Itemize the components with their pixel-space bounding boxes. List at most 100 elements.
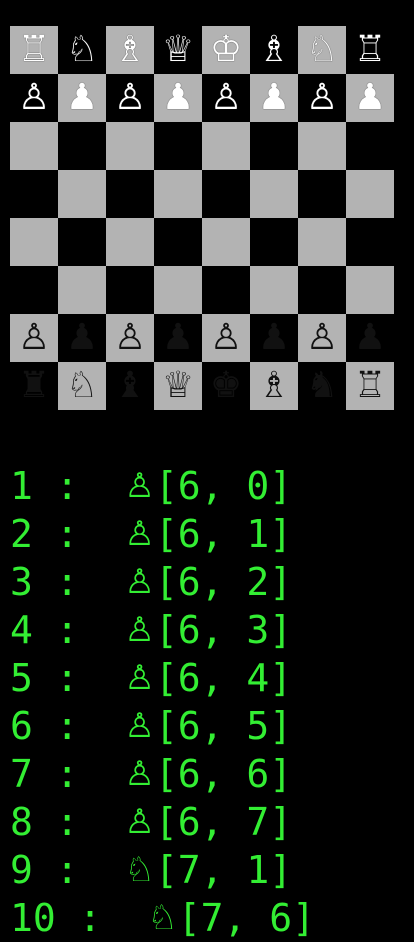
board-square[interactable]	[202, 266, 250, 314]
board-square[interactable]	[106, 122, 154, 170]
board-square[interactable]	[346, 170, 394, 218]
board-square[interactable]: ♖	[346, 362, 394, 410]
board-square[interactable]: ♟	[250, 314, 298, 362]
queen-piece-icon[interactable]: ♕	[162, 362, 194, 410]
board-square[interactable]: ♟	[58, 314, 106, 362]
board-square[interactable]: ♟	[250, 74, 298, 122]
board-square[interactable]: ♗	[250, 26, 298, 74]
board-square[interactable]	[298, 266, 346, 314]
board-square[interactable]: ♞	[298, 362, 346, 410]
board-square[interactable]	[106, 218, 154, 266]
board-square[interactable]	[106, 170, 154, 218]
bishop-piece-icon[interactable]: ♝	[114, 362, 146, 410]
board-square[interactable]: ♔	[202, 26, 250, 74]
king-piece-icon[interactable]: ♚	[210, 362, 242, 410]
bishop-piece-icon[interactable]: ♗	[114, 26, 146, 74]
board-square[interactable]	[298, 170, 346, 218]
knight-piece-icon[interactable]: ♞	[306, 362, 338, 410]
pawn-piece-icon[interactable]: ♙	[210, 74, 242, 122]
queen-piece-icon[interactable]: ♕	[162, 26, 194, 74]
board-square[interactable]: ♟	[154, 74, 202, 122]
pawn-piece-icon[interactable]: ♟	[354, 314, 386, 362]
board-square[interactable]	[346, 122, 394, 170]
board-square[interactable]	[202, 122, 250, 170]
pawn-icon: ♙	[124, 658, 155, 698]
pawn-piece-icon[interactable]: ♟	[258, 74, 290, 122]
board-square[interactable]: ♗	[106, 26, 154, 74]
pawn-piece-icon[interactable]: ♙	[114, 314, 146, 362]
board-square[interactable]	[58, 266, 106, 314]
board-square[interactable]: ♕	[154, 26, 202, 74]
rook-piece-icon[interactable]: ♖	[354, 362, 386, 410]
board-square[interactable]: ♖	[10, 26, 58, 74]
board-square[interactable]	[250, 266, 298, 314]
board-square[interactable]	[154, 170, 202, 218]
move-index: 4	[10, 608, 33, 652]
pawn-piece-icon[interactable]: ♟	[162, 314, 194, 362]
board-square[interactable]: ♜	[10, 362, 58, 410]
board-square[interactable]: ♗	[250, 362, 298, 410]
board-square[interactable]	[106, 266, 154, 314]
pawn-piece-icon[interactable]: ♙	[114, 74, 146, 122]
board-square[interactable]	[10, 170, 58, 218]
king-piece-icon[interactable]: ♔	[210, 26, 242, 74]
board-square[interactable]	[154, 266, 202, 314]
board-square[interactable]: ♖	[346, 26, 394, 74]
knight-piece-icon[interactable]: ♘	[306, 26, 338, 74]
board-square[interactable]	[298, 122, 346, 170]
pawn-piece-icon[interactable]: ♙	[18, 74, 50, 122]
board-square[interactable]	[10, 122, 58, 170]
pawn-piece-icon[interactable]: ♙	[210, 314, 242, 362]
board-square[interactable]: ♙	[202, 314, 250, 362]
board-square[interactable]: ♝	[106, 362, 154, 410]
board-square[interactable]: ♙	[10, 74, 58, 122]
board-square[interactable]	[298, 218, 346, 266]
board-square[interactable]	[250, 170, 298, 218]
board-square[interactable]	[250, 218, 298, 266]
board-square[interactable]: ♕	[154, 362, 202, 410]
board-square[interactable]	[58, 170, 106, 218]
board-square[interactable]	[346, 218, 394, 266]
rook-piece-icon[interactable]: ♜	[18, 362, 50, 410]
board-square[interactable]: ♘	[298, 26, 346, 74]
pawn-piece-icon[interactable]: ♙	[306, 314, 338, 362]
move-coordinates: [6, 7]	[154, 800, 293, 844]
pawn-piece-icon[interactable]: ♙	[306, 74, 338, 122]
rook-piece-icon[interactable]: ♖	[18, 26, 50, 74]
pawn-piece-icon[interactable]: ♟	[162, 74, 194, 122]
board-square[interactable]: ♙	[298, 314, 346, 362]
board-square[interactable]	[154, 218, 202, 266]
bishop-piece-icon[interactable]: ♗	[258, 26, 290, 74]
pawn-piece-icon[interactable]: ♙	[18, 314, 50, 362]
pawn-piece-icon[interactable]: ♟	[258, 314, 290, 362]
pawn-piece-icon[interactable]: ♟	[66, 314, 98, 362]
board-square[interactable]: ♟	[346, 74, 394, 122]
board-square[interactable]: ♘	[58, 26, 106, 74]
board-square[interactable]: ♟	[346, 314, 394, 362]
board-square[interactable]: ♟	[58, 74, 106, 122]
board-square[interactable]: ♙	[106, 314, 154, 362]
pawn-piece-icon[interactable]: ♟	[66, 74, 98, 122]
move-list-item: 10 : ♘ [7, 6]	[10, 894, 410, 942]
board-square[interactable]: ♟	[154, 314, 202, 362]
board-square[interactable]	[154, 122, 202, 170]
pawn-piece-icon[interactable]: ♟	[354, 74, 386, 122]
board-square[interactable]: ♙	[106, 74, 154, 122]
board-square[interactable]	[202, 218, 250, 266]
board-square[interactable]: ♙	[10, 314, 58, 362]
knight-piece-icon[interactable]: ♘	[66, 362, 98, 410]
board-square[interactable]	[250, 122, 298, 170]
knight-piece-icon[interactable]: ♘	[66, 26, 98, 74]
board-square[interactable]	[58, 122, 106, 170]
bishop-piece-icon[interactable]: ♗	[258, 362, 290, 410]
board-square[interactable]: ♙	[202, 74, 250, 122]
board-square[interactable]	[10, 266, 58, 314]
board-square[interactable]	[10, 218, 58, 266]
board-square[interactable]: ♙	[298, 74, 346, 122]
board-square[interactable]: ♚	[202, 362, 250, 410]
board-square[interactable]: ♘	[58, 362, 106, 410]
board-square[interactable]	[58, 218, 106, 266]
board-square[interactable]	[346, 266, 394, 314]
rook-piece-icon[interactable]: ♖	[354, 26, 386, 74]
board-square[interactable]	[202, 170, 250, 218]
